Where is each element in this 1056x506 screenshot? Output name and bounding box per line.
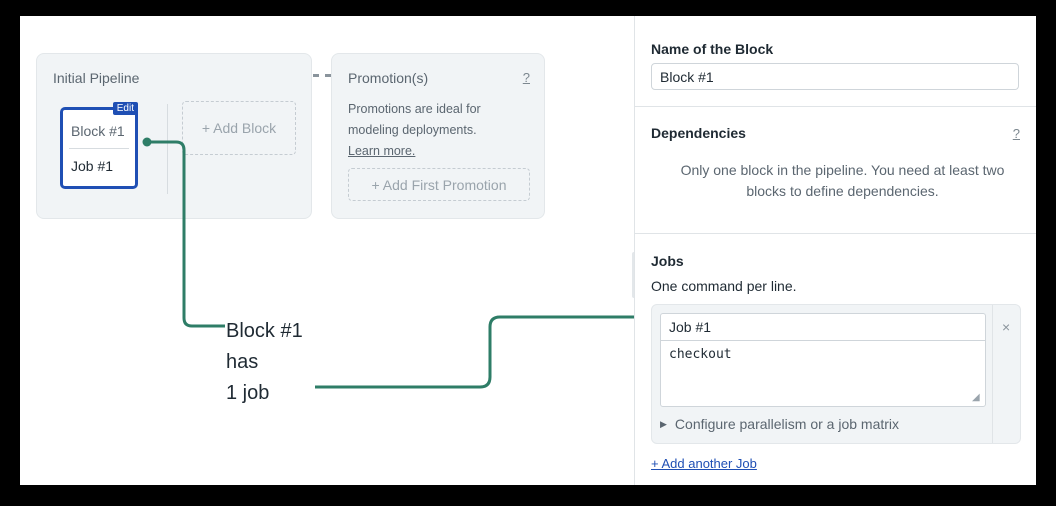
section-divider — [635, 233, 1036, 234]
add-another-job-link[interactable]: + Add another Job — [651, 456, 757, 471]
parallelism-label: Configure parallelism or a job matrix — [674, 416, 900, 432]
job-remove-close-icon[interactable]: × — [1002, 319, 1010, 335]
callout-line-block — [147, 140, 225, 328]
block-config-panel: Name of the Block Dependencies ? Only on… — [634, 16, 1036, 485]
resize-handle-icon[interactable]: ◢ — [972, 393, 982, 403]
jobs-title: Jobs — [651, 253, 684, 269]
job-card: checkout ◢ × ▶ Configure parallelism or a… — [651, 304, 1021, 444]
dependencies-message: Only one block in the pipeline. You need… — [680, 162, 1005, 199]
job-name-input[interactable] — [660, 313, 986, 340]
callout-line-jobs — [315, 315, 640, 389]
workflow-editor: Initial Pipeline Edit Block #1 Job #1 + … — [20, 16, 1036, 485]
job-card-divider — [992, 305, 993, 443]
section-divider — [635, 106, 1036, 107]
callout-dot-block — [142, 137, 152, 147]
block-name-input[interactable] — [651, 63, 1019, 90]
dependencies-help-icon[interactable]: ? — [1013, 126, 1020, 141]
job-commands-textarea[interactable]: checkout — [660, 340, 986, 407]
disclosure-triangle-icon: ▶ — [660, 419, 667, 429]
configure-parallelism-toggle[interactable]: ▶ Configure parallelism or a job matrix — [660, 416, 899, 432]
dependencies-title: Dependencies — [651, 125, 746, 141]
jobs-subtitle: One command per line. — [651, 278, 797, 294]
block-name-title: Name of the Block — [651, 41, 774, 57]
